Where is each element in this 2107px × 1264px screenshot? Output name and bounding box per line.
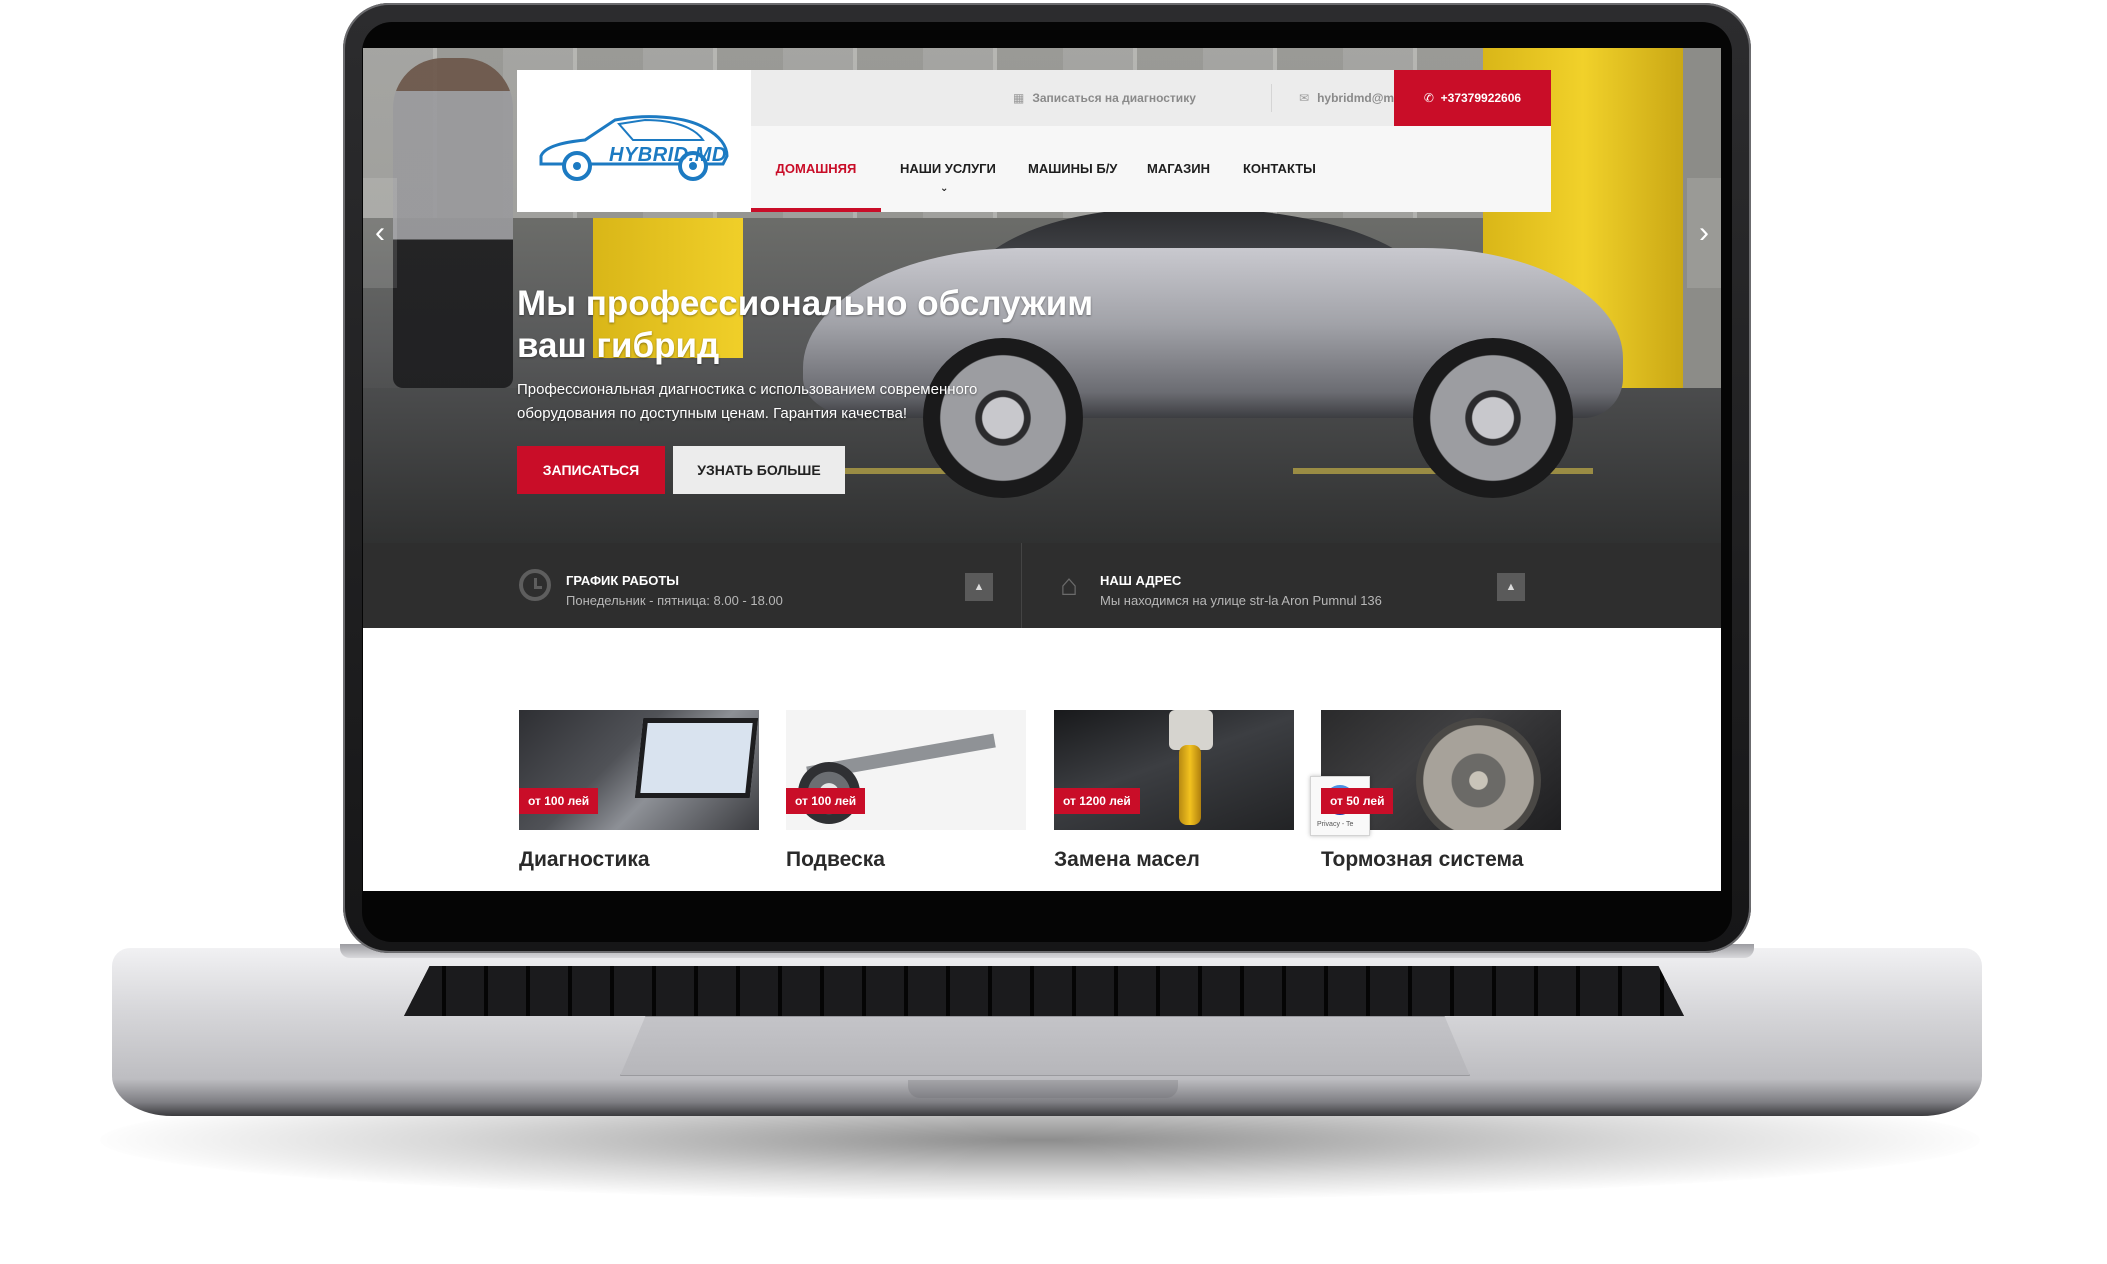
nav-used-cars-label: МАШИНЫ Б/У [1028,161,1118,176]
price-badge: от 100 лей [519,788,599,814]
browser-viewport: ‹ › HYBRID.MD ▦ Записаться на диагностику… [363,48,1721,891]
car-wheel [1413,338,1573,498]
hero-bg-person [393,58,513,388]
price-badge: от 50 лей [1321,788,1394,814]
topbar-divider [1271,84,1272,112]
address-title: НАШ АДРЕС [1100,573,1182,588]
price-badge: от 1200 лей [1054,788,1140,814]
site-logo[interactable]: HYBRID.MD [517,70,751,212]
phone-icon: ✆ [1423,91,1434,105]
hero-slider: ‹ › HYBRID.MD ▦ Записаться на диагностику… [363,48,1721,543]
logo-text: HYBRID.MD [609,144,727,166]
phone-label: +37379922606 [1440,91,1522,105]
service-title: Тормозная система [1321,848,1524,871]
clock-icon [519,569,551,601]
mail-icon: ✉ [1299,91,1310,105]
service-card-brakes[interactable]: от 50 лей Тормозная система [1321,710,1561,872]
service-title: Подвеска [786,848,885,871]
service-card-oil-change[interactable]: от 1200 лей Замена масел [1054,710,1294,872]
learn-more-button[interactable]: УЗНАТЬ БОЛЬШЕ [673,446,845,494]
nav-contacts-label: КОНТАКТЫ [1243,161,1316,176]
info-bar: ГРАФИК РАБОТЫ Понедельник - пятница: 8.0… [363,543,1721,628]
service-title: Замена масел [1054,848,1200,871]
chevron-up-icon[interactable]: ▲ [965,573,993,601]
laptop-keyboard [404,966,1684,1016]
nav-used-cars[interactable]: МАШИНЫ Б/У [1028,126,1117,212]
service-title: Диагностика [519,848,650,871]
service-card-diagnostics[interactable]: от 100 лей Диагностика [519,710,759,872]
main-nav: ДОМАШНЯЯ НАШИ УСЛУГИ ⌄ МАШИНЫ Б/У МАГАЗИ… [751,126,1551,212]
signup-diagnostics-label: Записаться на диагностику [1032,91,1196,105]
nav-active-indicator [751,208,881,212]
nav-services[interactable]: НАШИ УСЛУГИ ⌄ [900,126,996,212]
schedule-title: ГРАФИК РАБОТЫ [566,573,679,588]
arrow-right-icon[interactable]: › [1687,178,1721,288]
chevron-down-icon: ⌄ [940,183,949,194]
price-badge: от 100 лей [786,788,866,814]
chevron-up-icon[interactable]: ▲ [1497,573,1525,601]
home-icon: ⌂ [1059,569,1079,602]
schedule-text: Понедельник - пятница: 8.00 - 18.00 [566,593,783,608]
recaptcha-label: Privacy - Te [1317,821,1354,828]
arrow-left-icon[interactable]: ‹ [363,178,397,288]
info-divider [1021,543,1022,628]
services-section: от 100 лей Диагностика от 100 лей Подвес… [363,628,1721,891]
service-card-suspension[interactable]: от 100 лей Подвеска [786,710,1026,872]
nav-services-label: НАШИ УСЛУГИ [900,161,996,176]
header-topbar: ▦ Записаться на диагностику ✉ hybridmd@mai… [751,70,1551,126]
signup-button[interactable]: ЗАПИСАТЬСЯ [517,446,665,494]
nav-shop[interactable]: МАГАЗИН [1147,126,1210,212]
laptop-trackpad [620,1016,1470,1076]
service-image: от 50 лей [1321,710,1561,830]
address-text: Мы находимся на улице str-la Aron Pumnul… [1100,593,1382,608]
hero-subtitle: Профессиональная диагностика с использов… [517,381,978,422]
service-image: от 100 лей [519,710,759,830]
hero-title: Мы профессионально обслужим ваш гибрид [517,284,1094,365]
phone-button[interactable]: ✆ +37379922606 [1394,70,1551,126]
service-image: от 100 лей [786,710,1026,830]
nav-contacts[interactable]: КОНТАКТЫ [1243,126,1316,212]
calendar-icon: ▦ [1013,91,1025,105]
service-image: от 1200 лей [1054,710,1294,830]
laptop-front-notch [908,1080,1178,1098]
signup-diagnostics-link[interactable]: ▦ Записаться на диагностику [1013,70,1196,126]
nav-shop-label: МАГАЗИН [1147,161,1211,176]
nav-home[interactable]: ДОМАШНЯЯ [751,126,881,212]
nav-home-label: ДОМАШНЯЯ [775,161,857,176]
